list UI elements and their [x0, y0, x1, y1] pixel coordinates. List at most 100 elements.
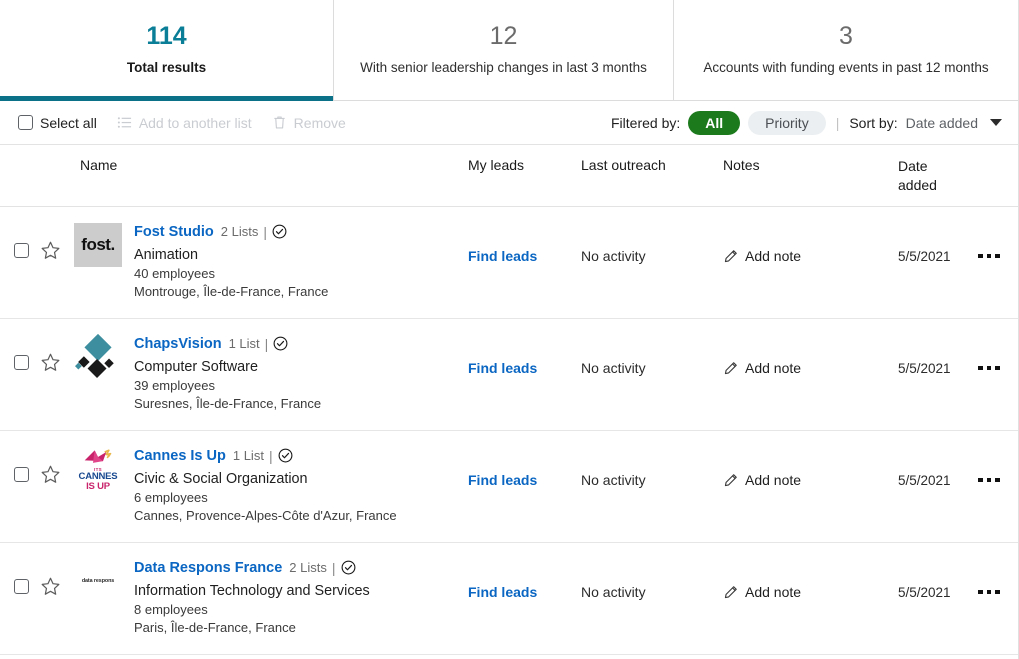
company-employees: 39 employees: [134, 377, 321, 396]
add-note-button[interactable]: Add note: [723, 584, 801, 600]
row-date-cell: 5/5/2021: [898, 207, 976, 266]
row-checkbox[interactable]: [14, 355, 29, 370]
company-info: Cannes Is Up 1 List | Civic & Social Org…: [134, 445, 397, 526]
row-checkbox[interactable]: [14, 579, 29, 594]
row-more-cell: [976, 207, 1019, 263]
add-note-button[interactable]: Add note: [723, 472, 801, 488]
chevron-down-icon[interactable]: [990, 119, 1002, 126]
company-name-link[interactable]: Data Respons France: [134, 560, 282, 576]
company-info: Data Respons France 2 Lists | Informatio…: [134, 557, 370, 638]
add-note-label: Add note: [745, 248, 801, 264]
row-checkbox-cell: [0, 431, 40, 487]
last-outreach-value: No activity: [581, 472, 646, 488]
column-header-last-outreach: Last outreach: [581, 157, 723, 173]
row-date-cell: 5/5/2021: [898, 319, 976, 378]
action-toolbar: Select all Add to another list: [0, 101, 1018, 145]
company-location: Suresnes, Île-de-France, France: [134, 395, 321, 414]
find-leads-link[interactable]: Find leads: [468, 584, 537, 600]
date-added-value: 5/5/2021: [898, 361, 951, 376]
table-header: Name My leads Last outreach Notes Date a…: [0, 145, 1018, 207]
add-to-another-list-label: Add to another list: [139, 115, 252, 131]
company-employees: 40 employees: [134, 265, 328, 284]
row-last-outreach-cell: No activity: [581, 319, 723, 378]
row-name-cell: ChapsVision 1 List | Computer Software 3…: [74, 319, 468, 414]
toolbar-actions: Select all Add to another list: [8, 111, 356, 135]
last-outreach-value: No activity: [581, 248, 646, 264]
star-icon[interactable]: [40, 352, 61, 378]
name-divider: |: [265, 336, 269, 352]
table-row[interactable]: ITS CANNES IS UP Cannes Is Up 1 List |: [0, 431, 1018, 543]
company-logo-text: fost.: [81, 235, 114, 255]
row-notes-cell: Add note: [723, 431, 898, 493]
table-row[interactable]: data respons Data Respons France 2 Lists…: [0, 543, 1018, 655]
column-header-notes: Notes: [723, 157, 898, 173]
company-name-link[interactable]: Fost Studio: [134, 224, 214, 240]
row-name-cell: data respons Data Respons France 2 Lists…: [74, 543, 468, 638]
toolbar-filters: Filtered by: All Priority | Sort by: Dat…: [611, 111, 1002, 135]
row-last-outreach-cell: No activity: [581, 207, 723, 266]
select-all-checkbox[interactable]: [18, 115, 33, 130]
find-leads-link[interactable]: Find leads: [468, 472, 537, 488]
tab-leadership-changes[interactable]: 12 With senior leadership changes in las…: [333, 0, 673, 100]
row-my-leads-cell: Find leads: [468, 431, 581, 490]
more-options-icon[interactable]: [976, 586, 1002, 599]
column-header-date-line1: Date: [898, 157, 976, 176]
table-row[interactable]: ChapsVision 1 List | Computer Software 3…: [0, 319, 1018, 431]
row-notes-cell: Add note: [723, 543, 898, 605]
add-note-button[interactable]: Add note: [723, 360, 801, 376]
company-name-link[interactable]: Cannes Is Up: [134, 448, 226, 464]
tab-funding-events[interactable]: 3 Accounts with funding events in past 1…: [673, 0, 1018, 100]
row-checkbox[interactable]: [14, 243, 29, 258]
row-name-cell: ITS CANNES IS UP Cannes Is Up 1 List |: [74, 431, 468, 526]
find-leads-link[interactable]: Find leads: [468, 248, 537, 264]
company-info: Fost Studio 2 Lists | Animation 40 emplo…: [134, 221, 328, 302]
more-options-icon[interactable]: [976, 474, 1002, 487]
company-logo: data respons: [74, 557, 122, 605]
filter-all-pill[interactable]: All: [688, 111, 740, 135]
star-icon[interactable]: [40, 464, 61, 490]
last-outreach-value: No activity: [581, 360, 646, 376]
add-note-button[interactable]: Add note: [723, 248, 801, 264]
filter-priority-pill[interactable]: Priority: [748, 111, 826, 135]
company-industry: Civic & Social Organization: [134, 470, 397, 489]
star-icon[interactable]: [40, 240, 61, 266]
name-divider: |: [269, 448, 273, 464]
row-last-outreach-cell: No activity: [581, 431, 723, 490]
stats-tab-bar: 114 Total results 12 With senior leaders…: [0, 0, 1018, 101]
row-date-cell: 5/5/2021: [898, 543, 976, 602]
row-more-cell: [976, 543, 1019, 599]
tab-funding-events-label: Accounts with funding events in past 12 …: [703, 60, 988, 76]
name-divider: |: [263, 224, 267, 240]
date-added-value: 5/5/2021: [898, 585, 951, 600]
company-location: Paris, Île-de-France, France: [134, 619, 370, 638]
row-name-cell: fost. Fost Studio 2 Lists | Animation: [74, 207, 468, 302]
star-icon[interactable]: [40, 576, 61, 602]
remove-button: Remove: [262, 111, 356, 135]
company-info: ChapsVision 1 List | Computer Software 3…: [134, 333, 321, 414]
row-checkbox-cell: [0, 543, 40, 599]
company-logo: [74, 333, 122, 381]
select-all-control[interactable]: Select all: [8, 111, 107, 135]
company-industry: Information Technology and Services: [134, 582, 370, 601]
row-date-cell: 5/5/2021: [898, 431, 976, 490]
row-star-cell: [40, 543, 74, 602]
tab-total-results[interactable]: 114 Total results: [0, 0, 333, 100]
more-options-icon[interactable]: [976, 362, 1002, 375]
lists-count: 1 List: [229, 336, 260, 351]
row-notes-cell: Add note: [723, 207, 898, 269]
sort-by-value[interactable]: Date added: [906, 115, 978, 131]
company-name-link[interactable]: ChapsVision: [134, 336, 222, 352]
remove-label: Remove: [294, 115, 346, 131]
lists-count: 2 Lists: [289, 560, 327, 575]
row-checkbox[interactable]: [14, 467, 29, 482]
find-leads-link[interactable]: Find leads: [468, 360, 537, 376]
company-employees: 6 employees: [134, 489, 397, 508]
row-star-cell: [40, 319, 74, 378]
row-notes-cell: Add note: [723, 319, 898, 381]
row-star-cell: [40, 431, 74, 490]
table-row[interactable]: fost. Fost Studio 2 Lists | Animation: [0, 207, 1018, 319]
sort-by-label: Sort by:: [849, 115, 897, 131]
row-checkbox-cell: [0, 319, 40, 375]
tab-total-results-label: Total results: [127, 60, 206, 76]
more-options-icon[interactable]: [976, 250, 1002, 263]
